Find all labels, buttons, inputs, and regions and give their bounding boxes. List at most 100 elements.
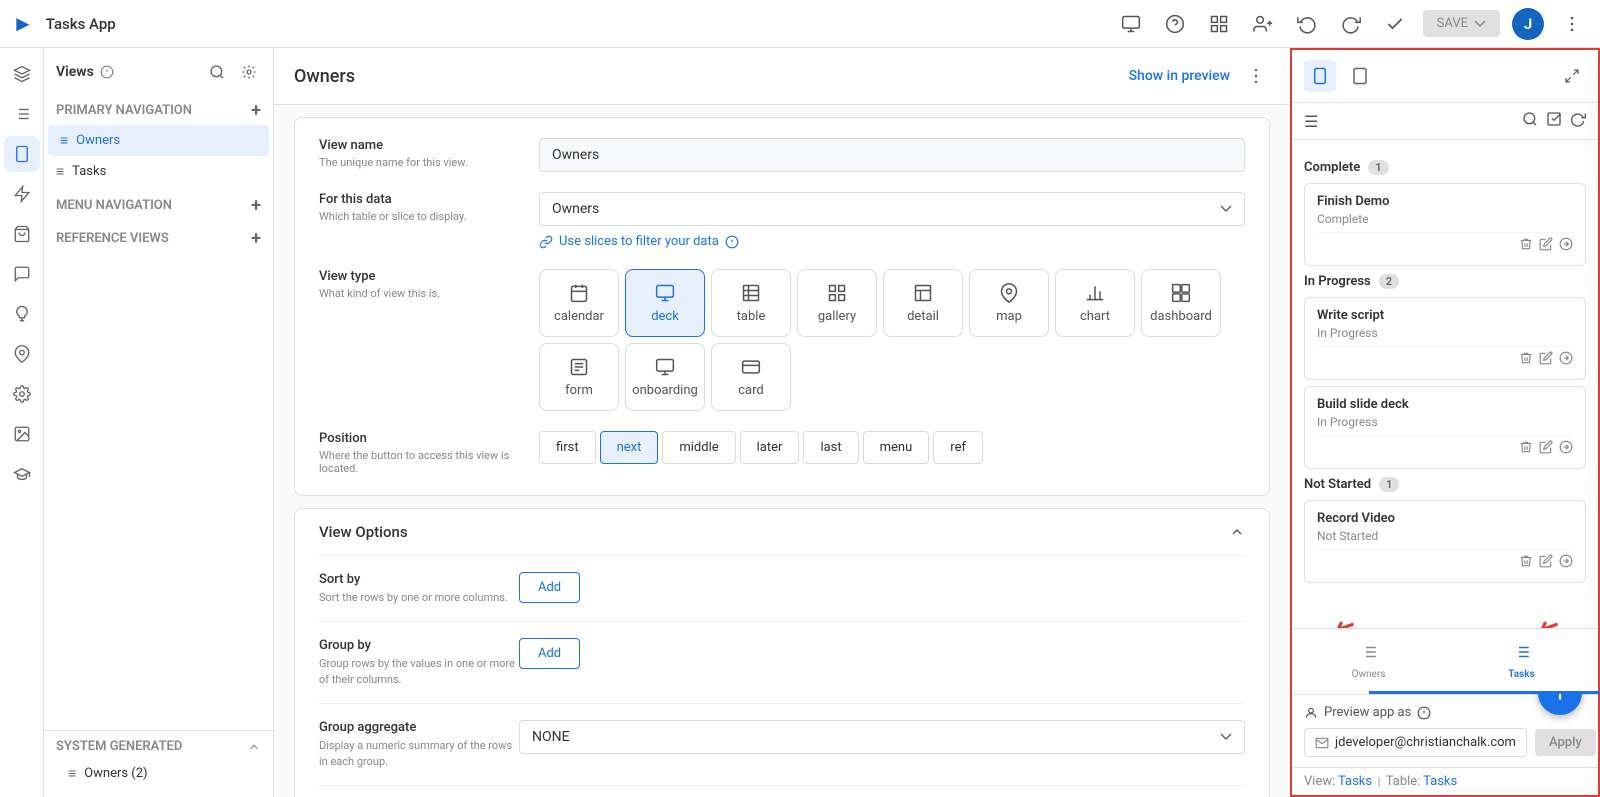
add-primary-nav[interactable]: + [251, 100, 261, 121]
position-middle[interactable]: middle [662, 431, 735, 464]
tablet-device-button[interactable] [1344, 60, 1376, 92]
tasks-nav-icon [1513, 643, 1531, 665]
view-type-form[interactable]: form [539, 343, 619, 411]
sort-by-add-button[interactable]: Add [519, 572, 580, 603]
icon-bar-shop[interactable] [4, 216, 40, 252]
edit-finish-demo[interactable] [1539, 237, 1553, 255]
toolbar-check-icon[interactable] [1546, 111, 1562, 131]
table-name-link[interactable]: Tasks [1423, 774, 1457, 789]
redo-icon[interactable] [1335, 8, 1367, 40]
write-script-title: Write script [1317, 308, 1573, 323]
slice-link[interactable]: Use slices to filter your data [539, 234, 1245, 249]
icon-bar-layers[interactable] [4, 56, 40, 92]
search-icon[interactable] [205, 60, 229, 84]
help-icon[interactable] [1159, 8, 1191, 40]
position-last[interactable]: last [803, 431, 858, 464]
view-type-calendar[interactable]: calendar [539, 269, 619, 337]
delete-record-video[interactable] [1519, 554, 1533, 572]
toolbar-refresh-icon[interactable] [1570, 111, 1586, 131]
sidebar-item-owners[interactable]: ≡ Owners [48, 125, 269, 156]
position-ref[interactable]: ref [933, 431, 983, 464]
position-desc: Where the button to access this view is … [319, 449, 519, 475]
avatar[interactable]: J [1512, 8, 1544, 40]
go-record-video[interactable] [1559, 554, 1573, 572]
email-display: jdeveloper@christianchalk.com [1304, 728, 1527, 757]
for-this-data-select[interactable]: Owners [539, 192, 1245, 226]
icon-bar-settings[interactable] [4, 376, 40, 412]
mobile-device-button[interactable] [1304, 60, 1336, 92]
slice-info-icon [725, 235, 739, 249]
toolbar-menu-icon[interactable]: ☰ [1304, 112, 1318, 131]
icon-bar-location[interactable] [4, 336, 40, 372]
page-title: Owners [294, 66, 1129, 87]
view-type-desc: What kind of view this is. [319, 287, 519, 300]
view-type-gallery[interactable]: gallery [797, 269, 877, 337]
monitor-icon[interactable] [1115, 8, 1147, 40]
show-in-preview-button[interactable]: Show in preview [1129, 68, 1230, 84]
person-add-icon[interactable] [1247, 8, 1279, 40]
view-type-chart[interactable]: chart [1055, 269, 1135, 337]
grid-icon[interactable] [1203, 8, 1235, 40]
view-type-table[interactable]: table [711, 269, 791, 337]
view-name-input[interactable] [539, 138, 1245, 172]
email-icon [1315, 736, 1329, 750]
icon-bar-chat[interactable] [4, 256, 40, 292]
group-aggregate-label: Group aggregate [319, 720, 519, 735]
view-type-dashboard[interactable]: dashboard [1141, 269, 1221, 337]
group-aggregate-select[interactable]: NONE [519, 720, 1245, 754]
primary-nav-label: PRIMARY NAVIGATION [56, 103, 192, 118]
go-write-script[interactable] [1559, 351, 1573, 369]
edit-write-script[interactable] [1539, 351, 1553, 369]
owners-icon: ≡ [60, 132, 68, 149]
settings-icon[interactable] [237, 60, 261, 84]
go-build-slide[interactable] [1559, 440, 1573, 458]
check-icon[interactable] [1379, 8, 1411, 40]
position-next[interactable]: next [600, 431, 659, 464]
complete-count: 1 [1368, 160, 1388, 175]
view-type-onboarding[interactable]: onboarding [625, 343, 705, 411]
icon-bar-mobile[interactable] [4, 136, 40, 172]
sidebar-item-system-owners[interactable]: ≡ Owners (2) [56, 758, 261, 789]
edit-record-video[interactable] [1539, 554, 1553, 572]
sort-by-label: Sort by [319, 572, 519, 587]
view-name-link[interactable]: Tasks [1338, 774, 1372, 789]
toolbar-search-icon[interactable] [1522, 111, 1538, 131]
sidebar: Views PRIMARY NAVIGATION + ≡ Owners ≡ Ta… [44, 48, 274, 797]
position-menu[interactable]: menu [863, 431, 930, 464]
icon-bar-image[interactable] [4, 416, 40, 452]
icon-bar-list[interactable] [4, 96, 40, 132]
add-menu-nav[interactable]: + [251, 195, 261, 216]
icon-bar-graduation[interactable] [4, 456, 40, 492]
nav-tasks[interactable]: Tasks [1445, 637, 1598, 686]
view-type-deck[interactable]: deck [625, 269, 705, 337]
more-vert-icon[interactable] [1556, 8, 1588, 40]
view-options-header[interactable]: View Options [295, 509, 1269, 555]
view-type-map[interactable]: map [969, 269, 1049, 337]
position-later[interactable]: later [740, 431, 800, 464]
more-options-button[interactable] [1242, 62, 1270, 90]
view-type-detail[interactable]: detail [883, 269, 963, 337]
save-button[interactable]: SAVE [1423, 10, 1500, 37]
task-card-build-slide: Build slide deck In Progress [1304, 386, 1586, 469]
group-by-add-button[interactable]: Add [519, 638, 580, 669]
add-reference-views[interactable]: + [251, 228, 261, 249]
app-title: Tasks App [46, 15, 1107, 33]
icon-bar-bulb[interactable] [4, 296, 40, 332]
delete-finish-demo[interactable] [1519, 237, 1533, 255]
icon-bar-bolt[interactable] [4, 176, 40, 212]
delete-build-slide[interactable] [1519, 440, 1533, 458]
apply-button[interactable]: Apply [1535, 729, 1596, 756]
nav-owners[interactable]: Owners [1292, 637, 1445, 686]
info-icon [100, 65, 114, 79]
edit-build-slide[interactable] [1539, 440, 1553, 458]
expand-preview-button[interactable] [1558, 62, 1586, 90]
app-logo: ► [12, 11, 34, 37]
view-type-label: View type [319, 269, 519, 284]
undo-icon[interactable] [1291, 8, 1323, 40]
sidebar-item-tasks[interactable]: ≡ Tasks [44, 156, 273, 187]
view-type-card[interactable]: card [711, 343, 791, 411]
go-finish-demo[interactable] [1559, 237, 1573, 255]
delete-write-script[interactable] [1519, 351, 1533, 369]
preview-nav-container: ➜ ➜ Owners Tasks [1292, 628, 1598, 694]
position-first[interactable]: first [539, 431, 596, 464]
